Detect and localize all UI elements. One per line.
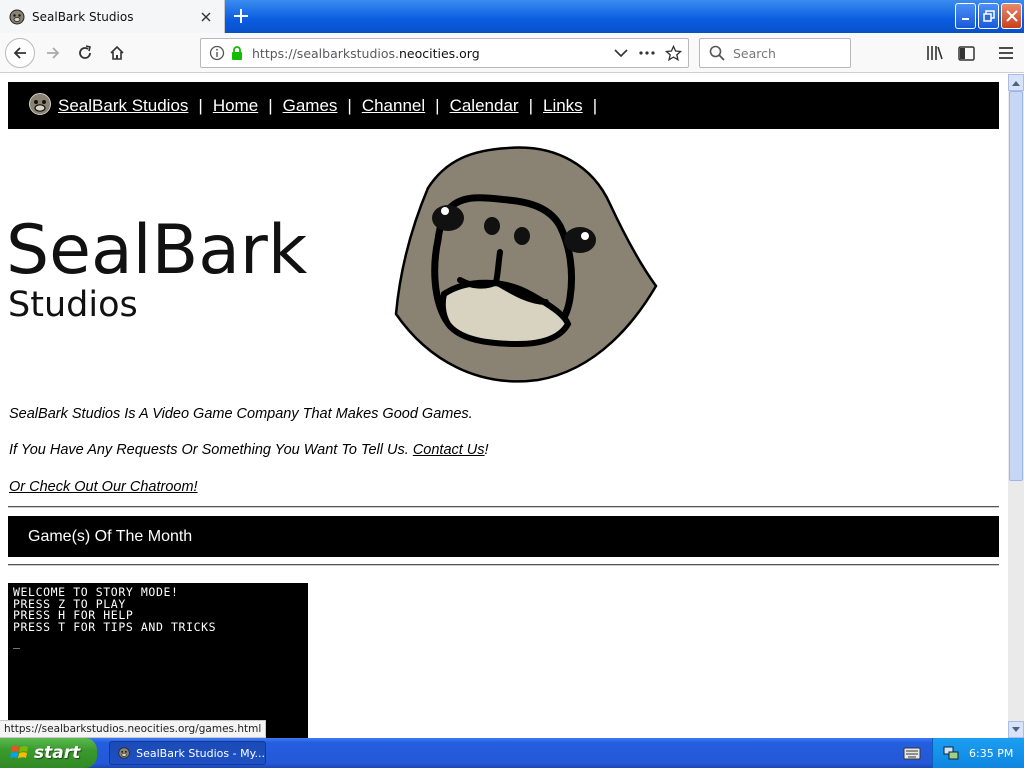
taskbar-item-label: SealBark Studios - My... xyxy=(136,746,265,760)
new-tab-button[interactable] xyxy=(228,4,254,28)
taskbar-item-firefox[interactable]: SealBark Studios - My... xyxy=(109,741,266,765)
menu-button[interactable] xyxy=(992,39,1020,67)
scroll-up-button[interactable] xyxy=(1008,74,1024,91)
star-icon xyxy=(664,44,682,61)
contact-line-suffix: ! xyxy=(484,442,489,458)
url-text[interactable]: https://sealbarkstudios.neocities.org xyxy=(252,46,610,61)
start-button[interactable]: start xyxy=(0,738,97,768)
home-button[interactable] xyxy=(103,39,131,67)
forward-button[interactable] xyxy=(39,39,67,67)
start-label: start xyxy=(34,743,81,763)
sidebar-icon xyxy=(957,45,975,61)
lock-icon[interactable] xyxy=(229,45,245,61)
search-icon xyxy=(709,45,725,61)
home-icon xyxy=(110,45,124,60)
link-status-tooltip: https://sealbarkstudios.neocities.org/ga… xyxy=(0,720,267,738)
nav-separator: | xyxy=(198,95,203,115)
arrow-right-icon xyxy=(47,47,60,59)
navigation-toolbar: https://sealbarkstudios.neocities.org Se… xyxy=(0,33,1024,73)
url-bar[interactable]: https://sealbarkstudios.neocities.org xyxy=(200,38,689,68)
taskbar: start SealBark Studios - My... 6:35 PM xyxy=(0,738,1024,768)
restore-icon xyxy=(982,10,995,22)
seal-mascot-illustration xyxy=(394,146,658,383)
nav-link-links[interactable]: Links xyxy=(543,96,583,116)
scroll-down-button[interactable] xyxy=(1008,721,1024,738)
hero-subtitle: Studios xyxy=(8,285,138,325)
close-tab-icon[interactable] xyxy=(198,9,214,25)
url-dropdown-button[interactable] xyxy=(610,42,632,64)
close-icon xyxy=(1005,10,1018,22)
arrow-left-icon xyxy=(13,47,26,59)
system-tray: 6:35 PM xyxy=(932,738,1024,768)
browser-tab[interactable]: SealBark Studios xyxy=(0,0,225,33)
seal-favicon-icon xyxy=(9,9,25,24)
contact-line-text: If You Have Any Requests Or Something Yo… xyxy=(9,442,413,458)
contact-us-link[interactable]: Contact Us xyxy=(413,442,485,458)
scrollbar-thumb[interactable] xyxy=(1009,91,1023,481)
nav-link-calendar[interactable]: Calendar xyxy=(450,96,519,116)
close-window-button[interactable] xyxy=(1001,3,1022,29)
nav-link-home[interactable]: Home xyxy=(213,96,258,116)
games-of-the-month-heading: Game(s) Of The Month xyxy=(8,516,999,557)
chatroom-line: Or Check Out Our Chatroom! xyxy=(9,479,198,495)
info-icon[interactable] xyxy=(209,45,225,61)
nav-link-sealbark-studios[interactable]: SealBark Studios xyxy=(58,96,188,116)
vertical-scrollbar[interactable] xyxy=(1008,74,1024,738)
divider xyxy=(8,564,999,566)
divider xyxy=(8,506,999,508)
chevron-down-icon xyxy=(614,49,628,58)
site-navigation: SealBark Studios | Home | Games | Channe… xyxy=(8,82,999,129)
minimize-icon xyxy=(961,18,969,20)
search-placeholder: Search xyxy=(733,45,776,61)
windows-logo-icon xyxy=(10,745,28,759)
chatroom-link[interactable]: Or Check Out Our Chatroom! xyxy=(9,479,198,495)
contact-line: If You Have Any Requests Or Something Yo… xyxy=(9,442,489,458)
library-icon xyxy=(927,46,943,60)
reload-button[interactable] xyxy=(71,39,99,67)
nav-separator: | xyxy=(347,95,352,115)
tab-title: SealBark Studios xyxy=(32,9,134,24)
ellipsis-icon xyxy=(639,51,655,55)
chevron-up-icon xyxy=(1012,80,1020,86)
game-cursor: _ xyxy=(13,635,21,649)
plus-icon xyxy=(234,9,248,23)
nav-separator: | xyxy=(435,95,440,115)
restore-button[interactable] xyxy=(978,3,999,29)
reload-icon xyxy=(79,45,91,59)
nav-link-channel[interactable]: Channel xyxy=(362,96,425,116)
bookmark-star-button[interactable] xyxy=(662,42,684,64)
search-bar[interactable]: Search xyxy=(699,38,851,68)
nav-separator: | xyxy=(592,95,598,115)
network-icon[interactable] xyxy=(943,745,959,761)
game-text-line: PRESS T FOR TIPS AND TRICKS xyxy=(13,619,217,634)
page-viewport: SealBark Studios | Home | Games | Channe… xyxy=(0,74,1008,738)
page-actions-button[interactable] xyxy=(636,42,658,64)
clock: 6:35 PM xyxy=(969,746,1014,760)
embedded-game-screen[interactable]: WELCOME TO STORY MODE! PRESS Z TO PLAY P… xyxy=(8,583,308,738)
keyboard-icon[interactable] xyxy=(903,745,921,761)
seal-logo-icon xyxy=(29,92,51,115)
hero-title: SealBark xyxy=(6,211,308,290)
intro-text: SealBark Studios Is A Video Game Company… xyxy=(9,406,473,422)
back-button[interactable] xyxy=(5,38,35,68)
minimize-button[interactable] xyxy=(955,3,976,29)
nav-separator: | xyxy=(268,95,273,115)
chevron-down-icon xyxy=(1012,726,1020,732)
nav-separator: | xyxy=(528,95,533,115)
sidebar-button[interactable] xyxy=(952,39,980,67)
hamburger-menu-icon xyxy=(999,47,1013,59)
library-button[interactable] xyxy=(921,39,949,67)
url-host: neocities.org xyxy=(399,45,480,61)
nav-link-games[interactable]: Games xyxy=(283,96,338,116)
seal-favicon-icon xyxy=(118,747,130,759)
title-bar: SealBark Studios xyxy=(0,0,1024,33)
url-prefix: https://sealbarkstudios. xyxy=(252,45,399,61)
